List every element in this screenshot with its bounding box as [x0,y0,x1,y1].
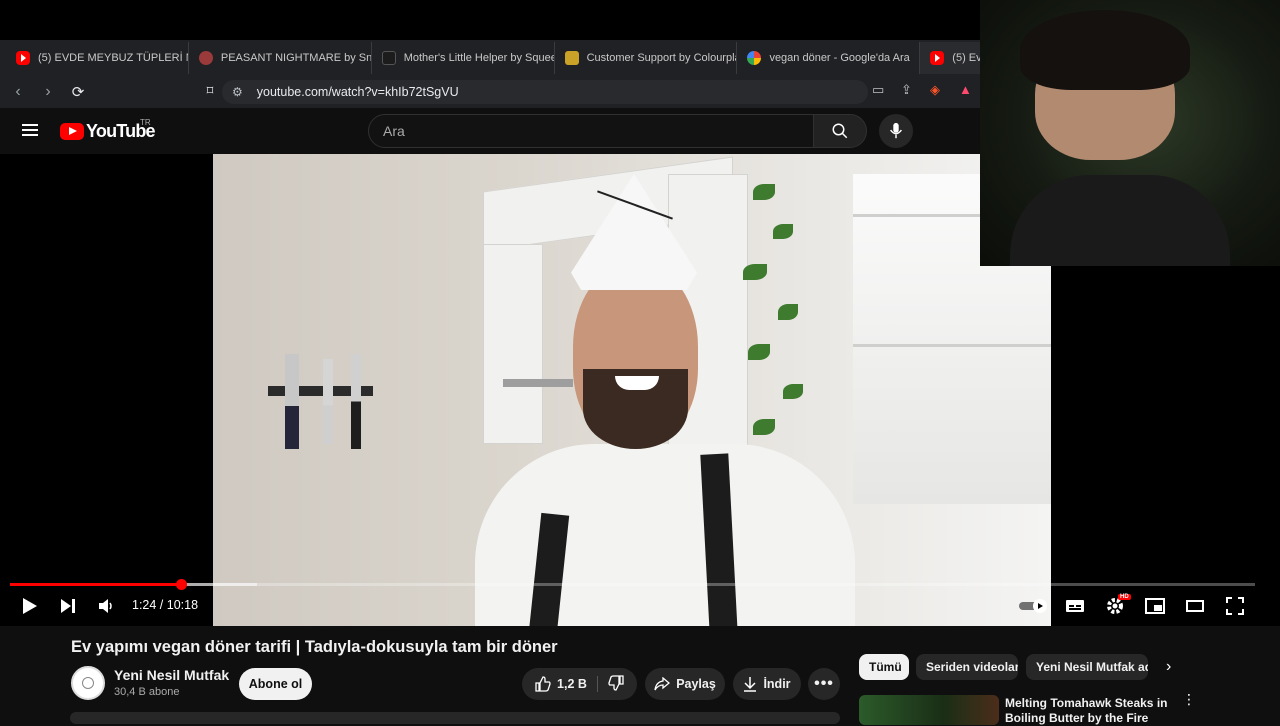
like-dislike-group: 1,2 B [522,668,637,700]
youtube-logo-icon[interactable] [60,123,84,140]
like-button[interactable]: 1,2 B [535,676,598,692]
like-count: 1,2 B [557,677,587,691]
dislike-button[interactable] [604,674,624,694]
install-icon[interactable]: ▭ [872,82,884,98]
menu-icon[interactable] [22,124,38,136]
autoplay-icon [1019,599,1047,613]
hd-badge: HD [1118,594,1131,600]
back-icon[interactable]: ‹ [6,83,30,101]
chevron-right-icon[interactable]: › [1166,658,1171,676]
volume-icon [99,599,112,613]
share-icon [654,677,671,691]
settings-button[interactable]: HD [1104,594,1131,616]
description-box[interactable] [70,712,840,724]
fullscreen-button[interactable] [1224,596,1246,616]
ivy-leaf [743,264,767,280]
ivy-leaf [778,304,798,320]
channel-avatar[interactable] [71,666,105,700]
browser-tab-active[interactable]: (5) Ev y [920,42,981,74]
next-icon [61,599,75,613]
bandcamp-icon [198,51,213,65]
browser-tab-strip: (5) EVDE MEYBUZ TÜPLERİ NASIL PEASANT NI… [0,40,981,76]
ivy-leaf [783,384,803,399]
album-icon [381,51,396,65]
subscriber-count: 30,4 B abone [114,686,180,698]
fullscreen-icon [1226,597,1244,615]
miniplayer-button[interactable] [1144,596,1166,616]
youtube-icon [930,51,945,65]
browser-top-strip [0,0,980,40]
related-video-thumbnail[interactable] [859,695,999,725]
ivy-leaf [773,224,793,239]
thumbs-down-icon [608,674,624,691]
ivy-leaf [753,184,775,200]
microphone-icon [890,122,902,139]
reload-icon[interactable]: ⟳ [66,83,90,101]
webcam-overlay [980,0,1280,266]
autoplay-toggle[interactable] [1018,596,1050,616]
theater-mode-button[interactable] [1184,596,1206,616]
share-button[interactable]: Paylaş [645,668,725,700]
next-button[interactable] [58,596,78,616]
forward-icon[interactable]: › [36,83,60,101]
mute-button[interactable] [96,596,116,616]
subtitles-icon [1066,600,1084,612]
thumbs-up-icon [535,676,551,692]
search-input[interactable]: Ara [368,114,814,148]
time-display: 1:24 / 10:18 [132,598,199,612]
progress-played [10,583,181,586]
webcam-shoulders [1010,175,1230,266]
webcam-hair [1020,10,1190,90]
knife [351,354,361,449]
search-button[interactable] [813,114,867,148]
knife [323,359,333,444]
share-page-icon[interactable]: ⇪ [901,82,912,98]
subscribe-button[interactable]: Abone ol [239,668,312,700]
theater-icon [1186,600,1204,612]
browser-tab[interactable]: (5) EVDE MEYBUZ TÜPLERİ NASIL [6,42,189,74]
channel-logo-icon [82,677,94,689]
more-actions-button[interactable]: ••• [808,668,840,700]
brave-shield-icon[interactable]: ◈ [930,82,940,98]
address-bar-row: ‹ › ⟳ ⌑ ⚙ youtube.com/watch?v=khIb72tSgV… [0,76,980,108]
browser-tab[interactable]: Mother's Little Helper by Squee [372,42,555,74]
google-icon [747,51,762,65]
site-settings-icon[interactable]: ⚙ [232,85,243,99]
chip-series[interactable]: Seriden videolar [916,654,1018,680]
browser-tab[interactable]: PEASANT NIGHTMARE by Snap [189,42,372,74]
channel-name[interactable]: Yeni Nesil Mutfak [114,667,229,683]
related-more-icon[interactable]: ⋮ [1182,692,1196,706]
cabinet-door [483,244,543,444]
blind-rail [853,344,1051,347]
download-icon [744,677,757,692]
chip-channel[interactable]: Yeni Nesil Mutfak adl [1026,654,1148,680]
country-code: TR [140,118,151,127]
scrubber-handle[interactable] [176,579,187,590]
video-frame[interactable] [213,154,1051,626]
ivy-leaf [748,344,770,360]
url-field[interactable]: ⚙ youtube.com/watch?v=khIb72tSgVU [222,80,868,104]
brave-rewards-icon[interactable]: ▲ [959,82,972,97]
more-horizontal-icon: ••• [814,675,834,692]
video-title: Ev yapımı vegan döner tarifi | Tadıyla-d… [71,638,558,656]
play-icon [23,598,37,614]
album-icon [564,51,579,65]
chip-all[interactable]: Tümü [859,654,909,680]
voice-search-button[interactable] [879,114,913,148]
browser-tab[interactable]: vegan döner - Google'da Ara [737,42,921,74]
ivy-leaf [753,419,775,435]
knife [285,354,299,449]
range-hood [503,379,573,387]
play-button[interactable] [20,596,40,616]
miniplayer-icon [1145,598,1165,614]
search-icon [832,123,848,139]
bookmark-icon[interactable]: ⌑ [198,83,222,99]
download-button[interactable]: İndir [733,668,801,700]
browser-tab[interactable]: Customer Support by Colourpla [555,42,738,74]
youtube-icon [16,51,30,65]
subtitles-button[interactable] [1065,596,1085,616]
related-video-title[interactable]: Melting Tomahawk Steaks in Boiling Butte… [1005,696,1170,726]
